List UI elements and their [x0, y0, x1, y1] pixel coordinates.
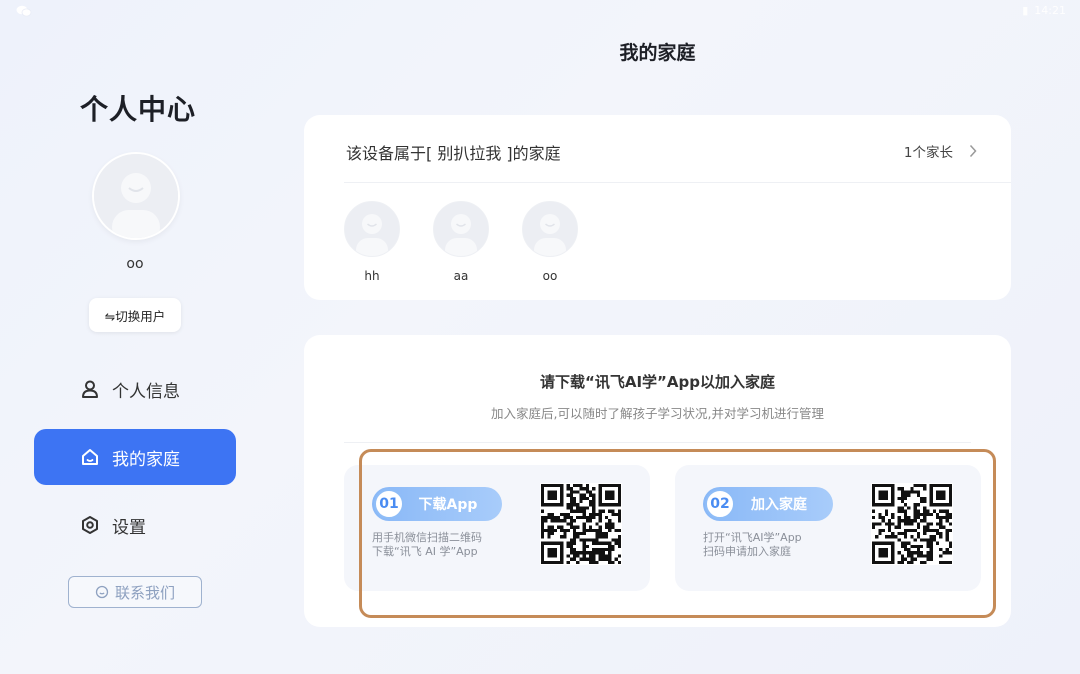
member-name: aa: [453, 269, 469, 283]
member-name: hh: [364, 269, 380, 283]
join-subtitle: 加入家庭后,可以随时了解孩子学习状况,并对学习机进行管理: [491, 406, 824, 421]
divider: [344, 442, 971, 443]
nav-item-personal-info[interactable]: 个人信息: [34, 361, 236, 417]
avatar-placeholder-icon: [523, 202, 577, 256]
nav-label: 我的家庭: [112, 449, 180, 470]
family-owner-text: 该设备属于[ 别扒拉我 ]的家庭: [346, 144, 561, 163]
nav-item-my-family[interactable]: 我的家庭: [34, 429, 236, 485]
parent-count-link[interactable]: 1个家长: [904, 141, 977, 161]
status-time: 14:21: [1034, 4, 1066, 17]
sidebar-title: 个人中心: [80, 93, 197, 126]
settings-icon: [82, 516, 98, 534]
battery-icon: ▮: [1022, 4, 1029, 17]
nav-label: 设置: [112, 517, 146, 538]
parent-count: 1个家长: [903, 145, 953, 161]
join-headline: 请下载“讯飞AI学”App以加入家庭: [540, 373, 775, 391]
member-avatar: [433, 201, 489, 257]
member-avatar: [522, 201, 578, 257]
person-icon: [82, 380, 98, 398]
avatar-placeholder-icon: [434, 202, 488, 256]
nav-item-settings[interactable]: 设置: [34, 497, 236, 553]
avatar-placeholder-icon: [94, 154, 178, 238]
user-name: oo: [126, 256, 144, 272]
avatar[interactable]: [92, 152, 180, 240]
contact-us-label: 联系我们: [114, 583, 175, 602]
member-name: oo: [542, 269, 558, 283]
home-icon: [82, 449, 98, 465]
family-member[interactable]: hh: [344, 201, 400, 283]
status-right: ▮ 14:21: [1022, 4, 1066, 17]
wechat-icon: [16, 5, 32, 17]
contact-us-button[interactable]: 联系我们: [68, 576, 202, 608]
switch-user-label: ⇋切换用户: [104, 308, 166, 324]
highlight-annotation-box: [359, 449, 996, 618]
family-member[interactable]: oo: [522, 201, 578, 283]
family-member[interactable]: aa: [433, 201, 489, 283]
avatar-placeholder-icon: [345, 202, 399, 256]
nav-label: 个人信息: [112, 381, 180, 402]
page-title: 我的家庭: [619, 42, 696, 64]
member-avatar: [344, 201, 400, 257]
family-members-card: 该设备属于[ 别扒拉我 ]的家庭 1个家长 hh aa oo: [304, 115, 1011, 300]
chat-bubble-icon: [95, 585, 109, 599]
status-bar: ▮ 14:21: [0, 0, 1080, 22]
switch-user-button[interactable]: ⇋切换用户: [89, 298, 181, 332]
divider: [344, 182, 1011, 183]
chevron-right-icon: [969, 144, 977, 158]
